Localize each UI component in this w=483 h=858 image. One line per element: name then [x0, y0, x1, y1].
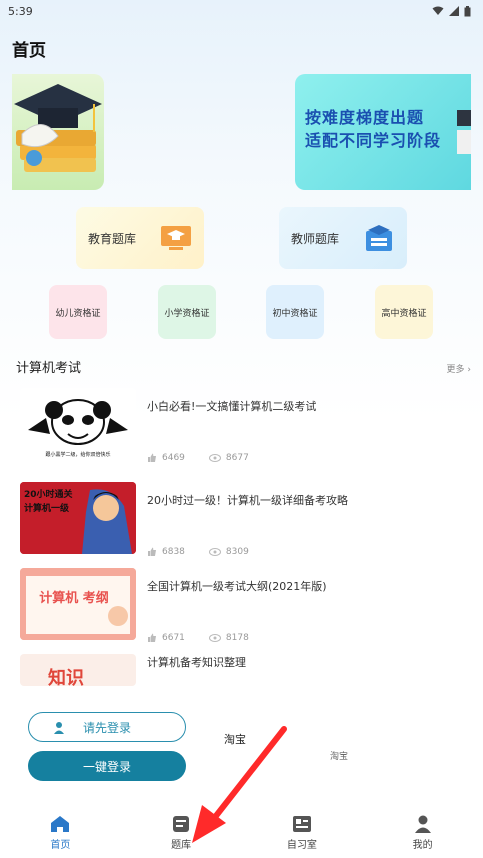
nav-study-room[interactable]: 自习室 — [242, 808, 363, 858]
nav-home[interactable]: 首页 — [0, 808, 121, 858]
thumb-up-icon — [148, 633, 156, 642]
status-icons — [432, 5, 471, 17]
user-icon — [54, 722, 64, 734]
study-room-icon — [292, 816, 311, 832]
article-thumbnail: 跟小黑学二级，给你双倍快乐 — [20, 388, 136, 460]
taobao-sublabel: 淘宝 — [330, 752, 349, 762]
view-count: 8677 — [225, 453, 249, 463]
eye-icon — [208, 548, 221, 556]
article-thumbnail: 20小时通关 计算机一级 — [20, 482, 136, 554]
cert-card-primary[interactable]: 小学资格证 — [158, 285, 216, 339]
nav-question-bank[interactable]: 题库 — [121, 808, 242, 858]
stacked-books-cap-icon — [366, 225, 392, 251]
like-count: 6469 — [162, 453, 185, 463]
eye-icon — [208, 634, 221, 642]
thumb-up-icon — [148, 547, 156, 556]
like-count: 6838 — [162, 547, 185, 557]
graduation-cap-illustration — [14, 84, 102, 172]
view-count: 8178 — [225, 633, 249, 643]
article-title: 计算机备考知识整理 — [147, 656, 246, 669]
battery-icon — [464, 5, 471, 16]
thumb-caption: 20小时通关 计算机一级 — [24, 490, 73, 514]
nav-label: 我的 — [412, 840, 433, 851]
banner-text-line2: 适配不同学习阶段 — [305, 131, 442, 150]
book-illustration-icon — [457, 110, 471, 154]
question-bank-icon — [173, 816, 190, 832]
article-thumbnail: 知识 — [20, 654, 136, 686]
nav-label: 题库 — [171, 840, 192, 851]
banner-slide-current[interactable]: 按难度梯度出题 适配不同学习阶段 — [295, 74, 471, 190]
cert-card-junior[interactable]: 初中资格证 — [266, 285, 324, 339]
article-title: 20小时过一级！计算机一级详细备考攻略 — [147, 494, 348, 507]
article-stats: 6671 8178 — [147, 633, 267, 643]
panda-meme-image — [28, 399, 128, 445]
cert-label: 初中资格证 — [272, 308, 318, 319]
article-item[interactable]: 知识 计算机备考知识整理 — [20, 654, 471, 686]
article-title: 全国计算机一级考试大纲(2021年版) — [147, 580, 327, 593]
status-bar: 5:39 — [0, 0, 483, 22]
eye-icon — [208, 454, 221, 462]
taobao-label[interactable]: 淘宝 — [224, 731, 246, 747]
home-icon — [51, 816, 70, 832]
article-stats: 6469 8677 — [147, 453, 267, 463]
article-title: 小白必看!一文搞懂计算机二级考试 — [147, 400, 317, 413]
banner-text-line1: 按难度梯度出题 — [305, 108, 425, 127]
article-item[interactable]: 跟小黑学二级，给你双倍快乐 小白必看!一文搞懂计算机二级考试 6469 8677 — [20, 388, 471, 464]
cert-label: 幼儿资格证 — [55, 308, 101, 319]
monitor-cap-icon — [161, 226, 191, 250]
chevron-right-icon: › — [467, 365, 471, 375]
like-count: 6671 — [162, 633, 185, 643]
more-link[interactable]: 更多 › — [447, 362, 472, 375]
nav-label: 首页 — [50, 840, 71, 851]
more-label: 更多 — [446, 365, 465, 375]
education-bank-card[interactable]: 教育题库 — [76, 207, 204, 269]
signal-icon — [449, 6, 459, 16]
thumb-up-icon — [148, 453, 156, 462]
thumb-caption: 计算机 考纲 — [39, 591, 109, 606]
wifi-icon — [432, 6, 444, 15]
banner-headline: 按难度梯度出题 适配不同学习阶段 — [305, 106, 441, 152]
one-click-login-button[interactable]: 一键登录 — [28, 751, 186, 781]
thumb-caption: 跟小黑学二级，给你双倍快乐 — [45, 452, 111, 458]
profile-icon — [414, 815, 431, 833]
article-item[interactable]: 计算机 考纲 全国计算机一级考试大纲(2021年版) 6671 8178 — [20, 568, 471, 644]
banner-slide-previous[interactable] — [12, 74, 104, 190]
page-title: 首页 — [12, 41, 46, 61]
one-click-login-label: 一键登录 — [82, 759, 131, 774]
view-count: 8309 — [225, 547, 249, 557]
bottom-nav: 首页 题库 自习室 我的 — [0, 808, 483, 858]
cert-card-senior[interactable]: 高中资格证 — [375, 285, 433, 339]
login-prompt-label: 请先登录 — [82, 720, 131, 735]
thumb-caption: 知识 — [48, 668, 84, 686]
education-bank-label: 教育题库 — [88, 231, 137, 246]
article-stats: 6838 8309 — [147, 547, 267, 557]
teacher-bank-label: 教师题库 — [291, 231, 340, 246]
cert-label: 高中资格证 — [381, 308, 427, 319]
teacher-bank-card[interactable]: 教师题库 — [279, 207, 407, 269]
login-prompt-button[interactable]: 请先登录 — [28, 712, 186, 742]
nav-profile[interactable]: 我的 — [362, 808, 483, 858]
nav-label: 自习室 — [286, 840, 317, 851]
status-time: 5:39 — [8, 4, 33, 18]
article-item[interactable]: 20小时通关 计算机一级 20小时过一级！计算机一级详细备考攻略 6838 83… — [20, 482, 471, 558]
article-thumbnail: 计算机 考纲 — [20, 568, 136, 640]
section-title: 计算机考试 — [16, 361, 82, 376]
cert-card-kindergarten[interactable]: 幼儿资格证 — [49, 285, 107, 339]
cert-label: 小学资格证 — [164, 308, 210, 319]
